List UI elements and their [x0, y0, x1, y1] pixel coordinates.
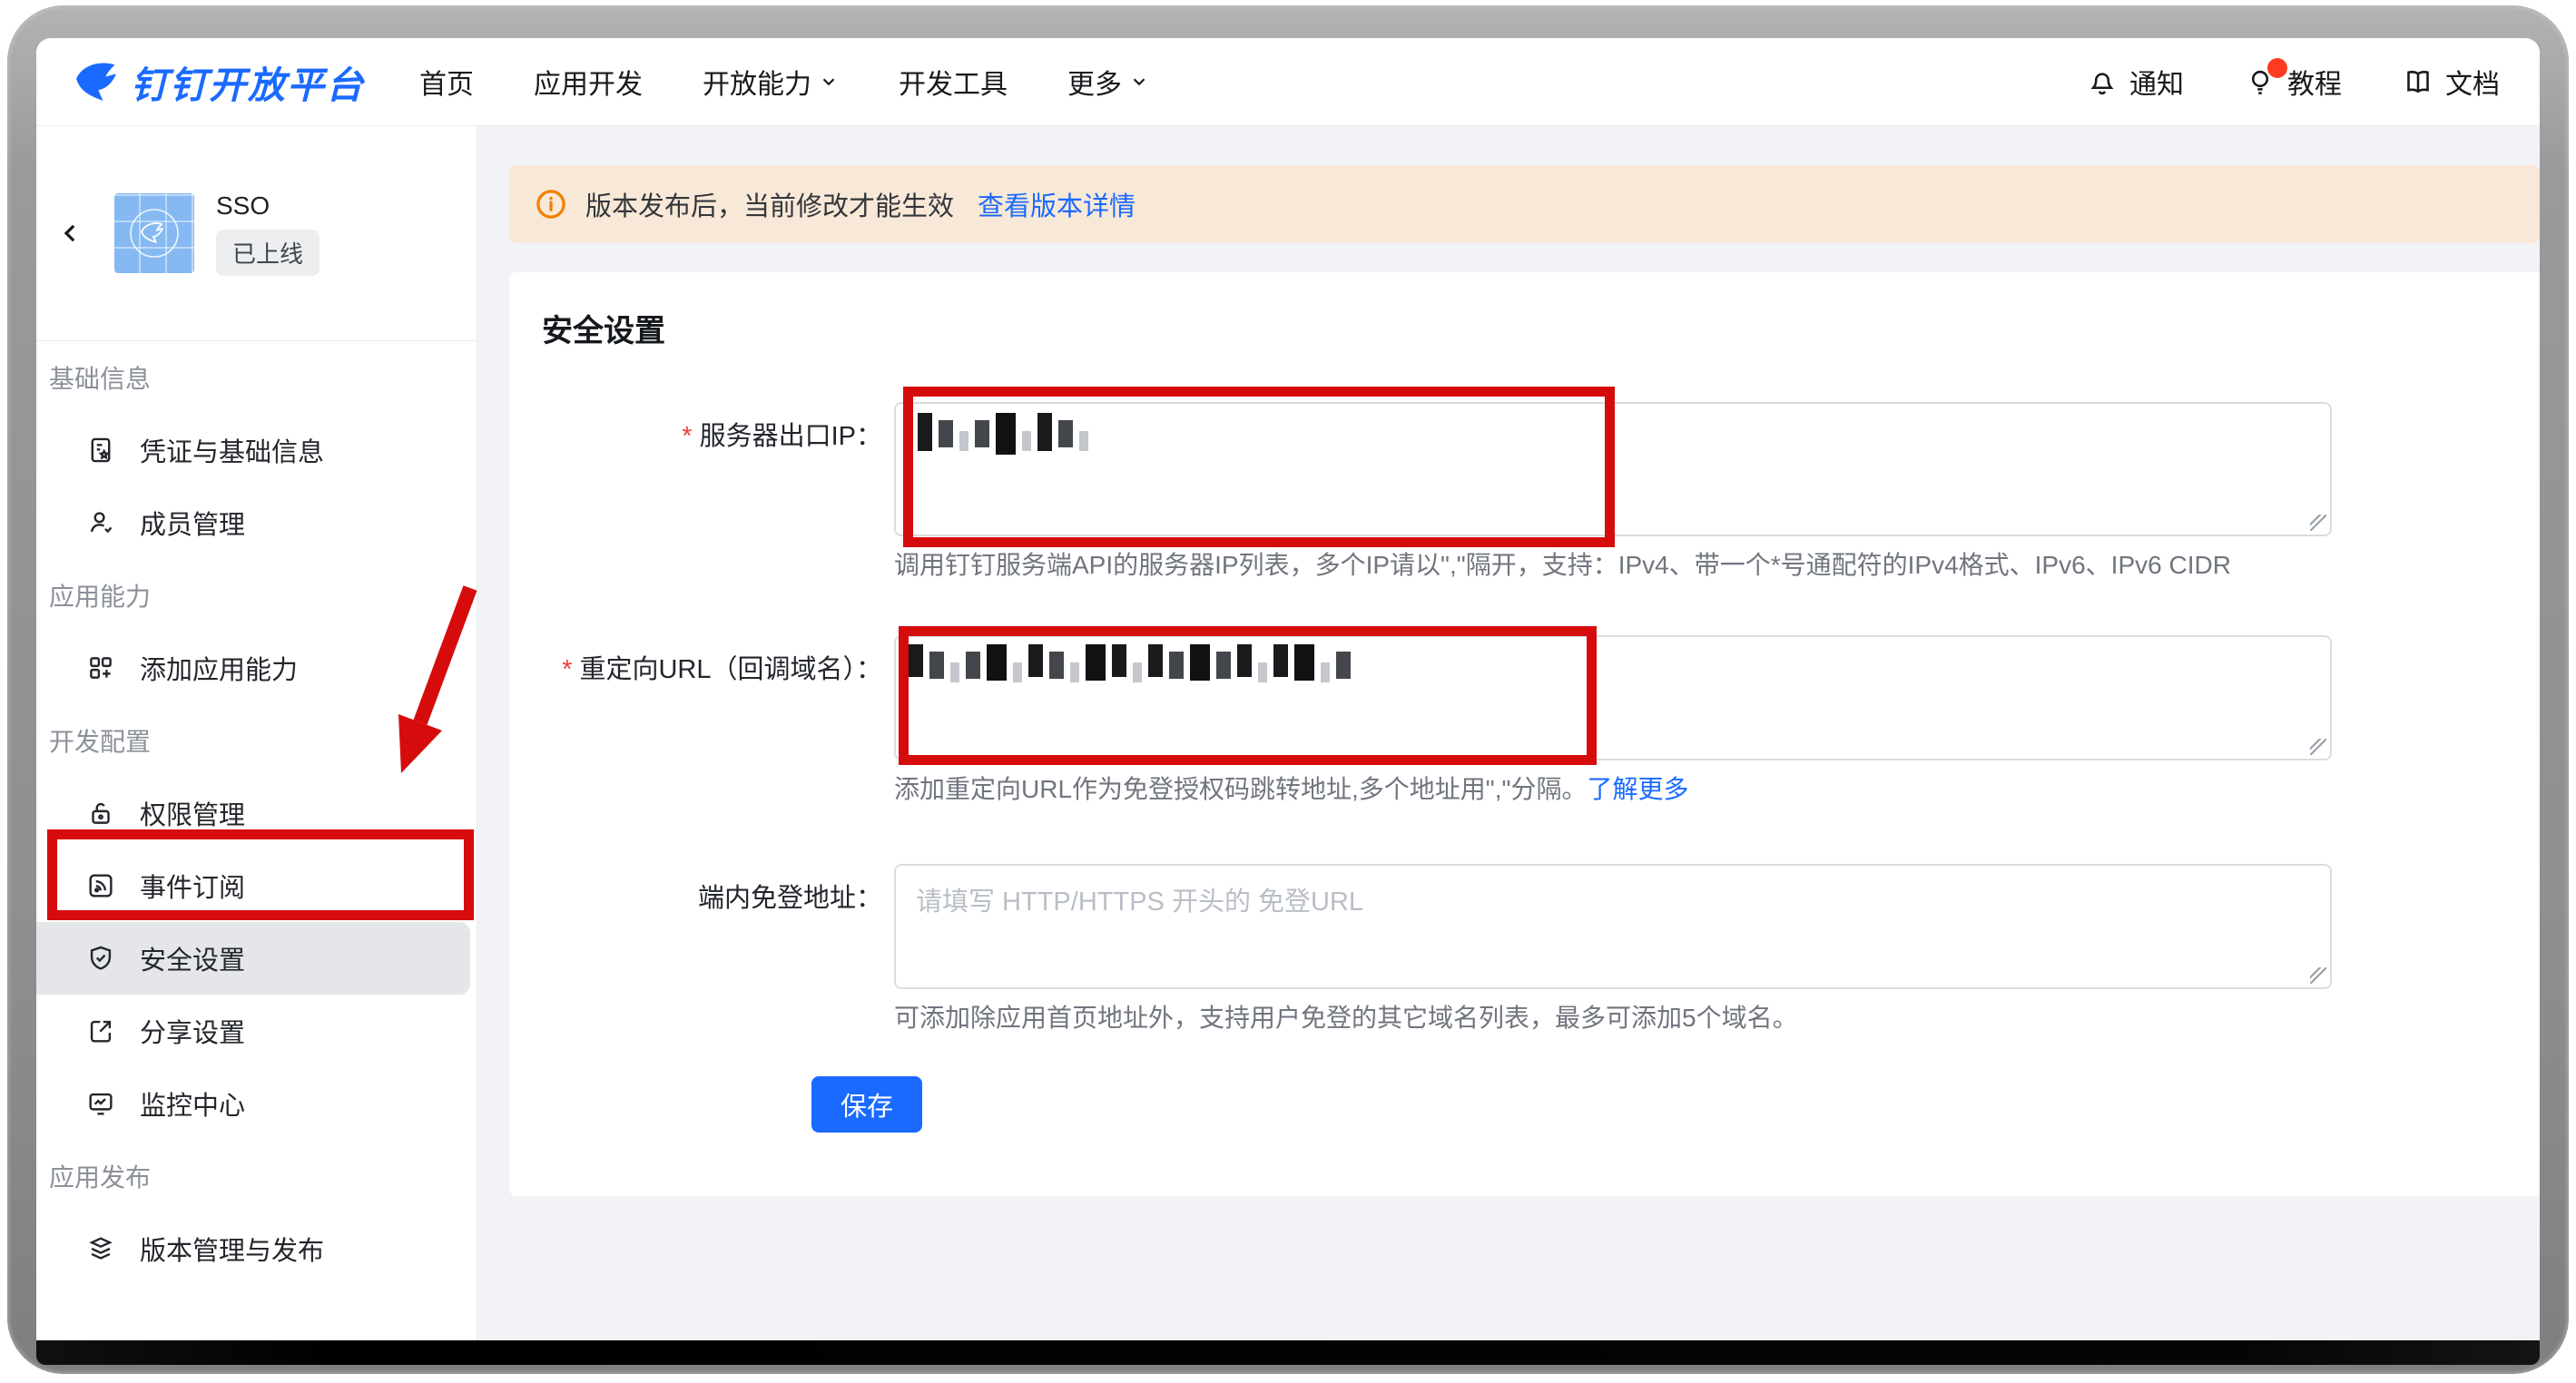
main-content: 版本发布后，当前修改才能生效 查看版本详情 安全设置 服务器出口IP： 调用钉钉… — [477, 126, 2540, 1340]
app-header: SSO 已上线 — [36, 126, 477, 340]
tutorial-button[interactable]: 教程 — [2244, 62, 2342, 102]
form-row-redirect-url: 重定向URL（回调域名）： 添加重定向URL作为免登授权码跳转地址,多个地址用"… — [509, 635, 2540, 806]
free-login-hint: 可添加除应用首页地址外，支持用户免登的其它域名列表，最多可添加5个域名。 — [894, 1002, 2332, 1035]
sidebar-menu: 基础信息 凭证与基础信息 成员管理 应用能力 — [36, 341, 477, 1285]
form-row-free-login-url: 端内免登地址： 可添加除应用首页地址外，支持用户免登的其它域名列表，最多可添加5… — [509, 864, 2540, 1035]
sidebar-section-capabilities: 应用能力 — [36, 559, 477, 632]
chevron-down-icon — [819, 72, 839, 92]
sidebar-item-event-subscription[interactable]: 事件订阅 — [36, 849, 477, 922]
sidebar-item-add-capability[interactable]: 添加应用能力 — [36, 632, 477, 704]
sidebar-section-app-release: 应用发布 — [36, 1140, 477, 1212]
monitor-icon — [85, 1088, 116, 1119]
security-shield-icon — [85, 943, 116, 974]
redirect-url-label: 重定向URL（回调域名）： — [509, 635, 882, 686]
notification-dot — [2267, 58, 2287, 78]
save-button[interactable]: 保存 — [811, 1076, 922, 1133]
nav-open-capability[interactable]: 开放能力 — [703, 62, 839, 102]
sidebar: SSO 已上线 基础信息 凭证与基础信息 成员管理 — [36, 126, 477, 1340]
device-hinge — [36, 1340, 2540, 1365]
book-icon — [2402, 65, 2434, 98]
status-badge: 已上线 — [216, 230, 320, 276]
main-nav: 首页 应用开发 开放能力 开发工具 更多 — [419, 62, 1149, 102]
add-capability-icon — [85, 652, 116, 683]
app-wing-icon — [122, 201, 187, 266]
redirect-url-hint: 添加重定向URL作为免登授权码跳转地址,多个地址用","分隔。了解更多 — [894, 773, 2332, 806]
dingtalk-wing-icon — [73, 58, 120, 105]
logo-text: 钉钉开放平台 — [131, 54, 365, 109]
sidebar-item-monitor-center[interactable]: 监控中心 — [36, 1067, 477, 1140]
sidebar-item-version-release[interactable]: 版本管理与发布 — [36, 1212, 477, 1285]
learn-more-link[interactable]: 了解更多 — [1587, 775, 1688, 803]
nav-more[interactable]: 更多 — [1067, 62, 1149, 102]
chevron-left-icon — [57, 220, 84, 247]
nav-dev-tools[interactable]: 开发工具 — [899, 62, 1008, 102]
event-subscribe-icon — [85, 870, 116, 901]
sidebar-section-dev-config: 开发配置 — [36, 704, 477, 777]
back-button[interactable] — [53, 215, 89, 251]
server-ip-label: 服务器出口IP： — [509, 402, 882, 453]
server-ip-hint: 调用钉钉服务端API的服务器IP列表，多个IP请以","隔开，支持：IPv4、带… — [894, 549, 2332, 582]
app-info: SSO 已上线 — [216, 191, 320, 276]
sidebar-item-permissions[interactable]: 权限管理 — [36, 777, 477, 849]
free-login-label: 端内免登地址： — [509, 864, 882, 915]
notifications-button[interactable]: 通知 — [2086, 62, 2184, 102]
banner-text: 版本发布后，当前修改才能生效 — [585, 185, 954, 223]
share-icon — [85, 1015, 116, 1046]
page-title: 安全设置 — [509, 272, 2540, 352]
app-icon — [114, 193, 194, 273]
security-form: 服务器出口IP： 调用钉钉服务端API的服务器IP列表，多个IP请以","隔开，… — [509, 402, 2540, 1133]
sidebar-item-security-settings[interactable]: 安全设置 — [36, 922, 470, 995]
nav-home[interactable]: 首页 — [419, 62, 474, 102]
view-version-details-link[interactable]: 查看版本详情 — [978, 185, 1136, 223]
info-icon — [535, 188, 567, 221]
certificate-icon — [85, 435, 116, 466]
server-ip-textarea[interactable] — [894, 402, 2332, 536]
chevron-down-icon — [1129, 72, 1149, 92]
topbar-actions: 通知 教程 文档 — [2086, 62, 2500, 102]
dingtalk-logo[interactable]: 钉钉开放平台 — [73, 54, 365, 109]
versions-icon — [85, 1233, 116, 1264]
security-settings-card: 安全设置 服务器出口IP： 调用钉钉服务端API的服务器IP列表，多个IP请以"… — [509, 272, 2540, 1196]
sidebar-item-credentials[interactable]: 凭证与基础信息 — [36, 414, 477, 486]
app-name: SSO — [216, 191, 320, 221]
app-window: 钉钉开放平台 首页 应用开发 开放能力 开发工具 更多 通知 — [36, 38, 2540, 1340]
sidebar-item-share-settings[interactable]: 分享设置 — [36, 995, 477, 1067]
sidebar-section-basic-info: 基础信息 — [36, 341, 477, 414]
sidebar-item-members[interactable]: 成员管理 — [36, 486, 477, 559]
free-login-textarea[interactable] — [894, 864, 2332, 989]
docs-button[interactable]: 文档 — [2402, 62, 2500, 102]
top-navbar: 钉钉开放平台 首页 应用开发 开放能力 开发工具 更多 通知 — [36, 38, 2540, 126]
redirect-url-textarea[interactable] — [894, 635, 2332, 760]
member-icon — [85, 507, 116, 538]
bell-icon — [2086, 65, 2119, 98]
nav-app-dev[interactable]: 应用开发 — [534, 62, 643, 102]
permission-lock-icon — [85, 798, 116, 829]
version-alert-banner: 版本发布后，当前修改才能生效 查看版本详情 — [509, 165, 2540, 243]
form-row-server-ip: 服务器出口IP： 调用钉钉服务端API的服务器IP列表，多个IP请以","隔开，… — [509, 402, 2540, 582]
